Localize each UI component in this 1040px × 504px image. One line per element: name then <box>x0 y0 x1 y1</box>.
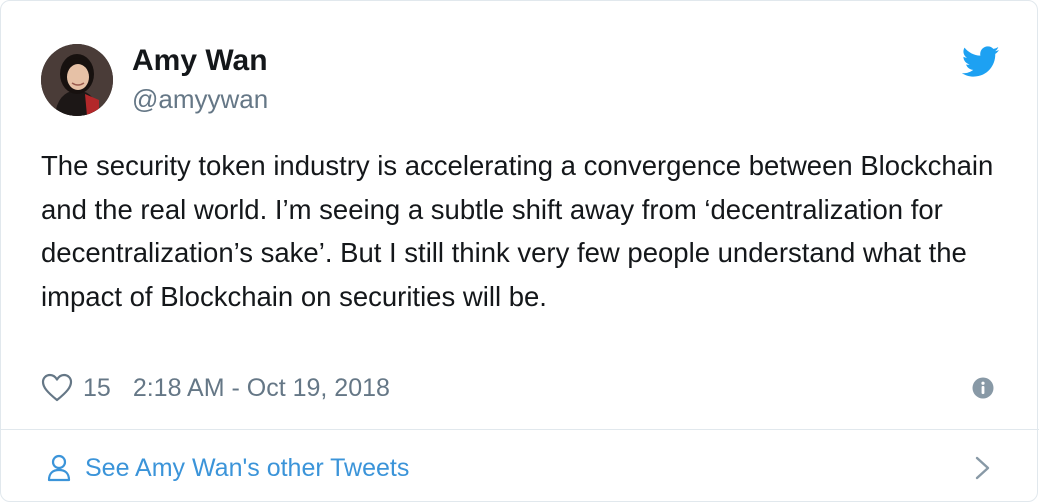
timestamp[interactable]: 2:18 AM - Oct 19, 2018 <box>133 374 390 403</box>
person-icon <box>47 454 71 482</box>
twitter-bird-icon[interactable] <box>961 46 1000 78</box>
tweet-card: Amy Wan @amyywan The security token indu… <box>0 0 1039 502</box>
divider <box>1 429 1039 430</box>
see-other-tweets-label[interactable]: See Amy Wan's other Tweets <box>85 454 409 483</box>
like-count[interactable]: 15 <box>83 374 111 403</box>
see-other-tweets-link[interactable]: See Amy Wan's other Tweets <box>47 449 409 487</box>
tweet-text: The security token industry is accelerat… <box>41 150 994 312</box>
tweet-meta: 15 2:18 AM - Oct 19, 2018 <box>41 368 390 408</box>
chevron-right-icon[interactable] <box>974 455 992 481</box>
info-icon[interactable] <box>972 377 994 399</box>
author-name[interactable]: Amy Wan <box>132 44 268 78</box>
avatar[interactable] <box>41 44 113 116</box>
heart-icon[interactable] <box>41 373 73 403</box>
author-handle[interactable]: @amyywan <box>132 84 268 115</box>
